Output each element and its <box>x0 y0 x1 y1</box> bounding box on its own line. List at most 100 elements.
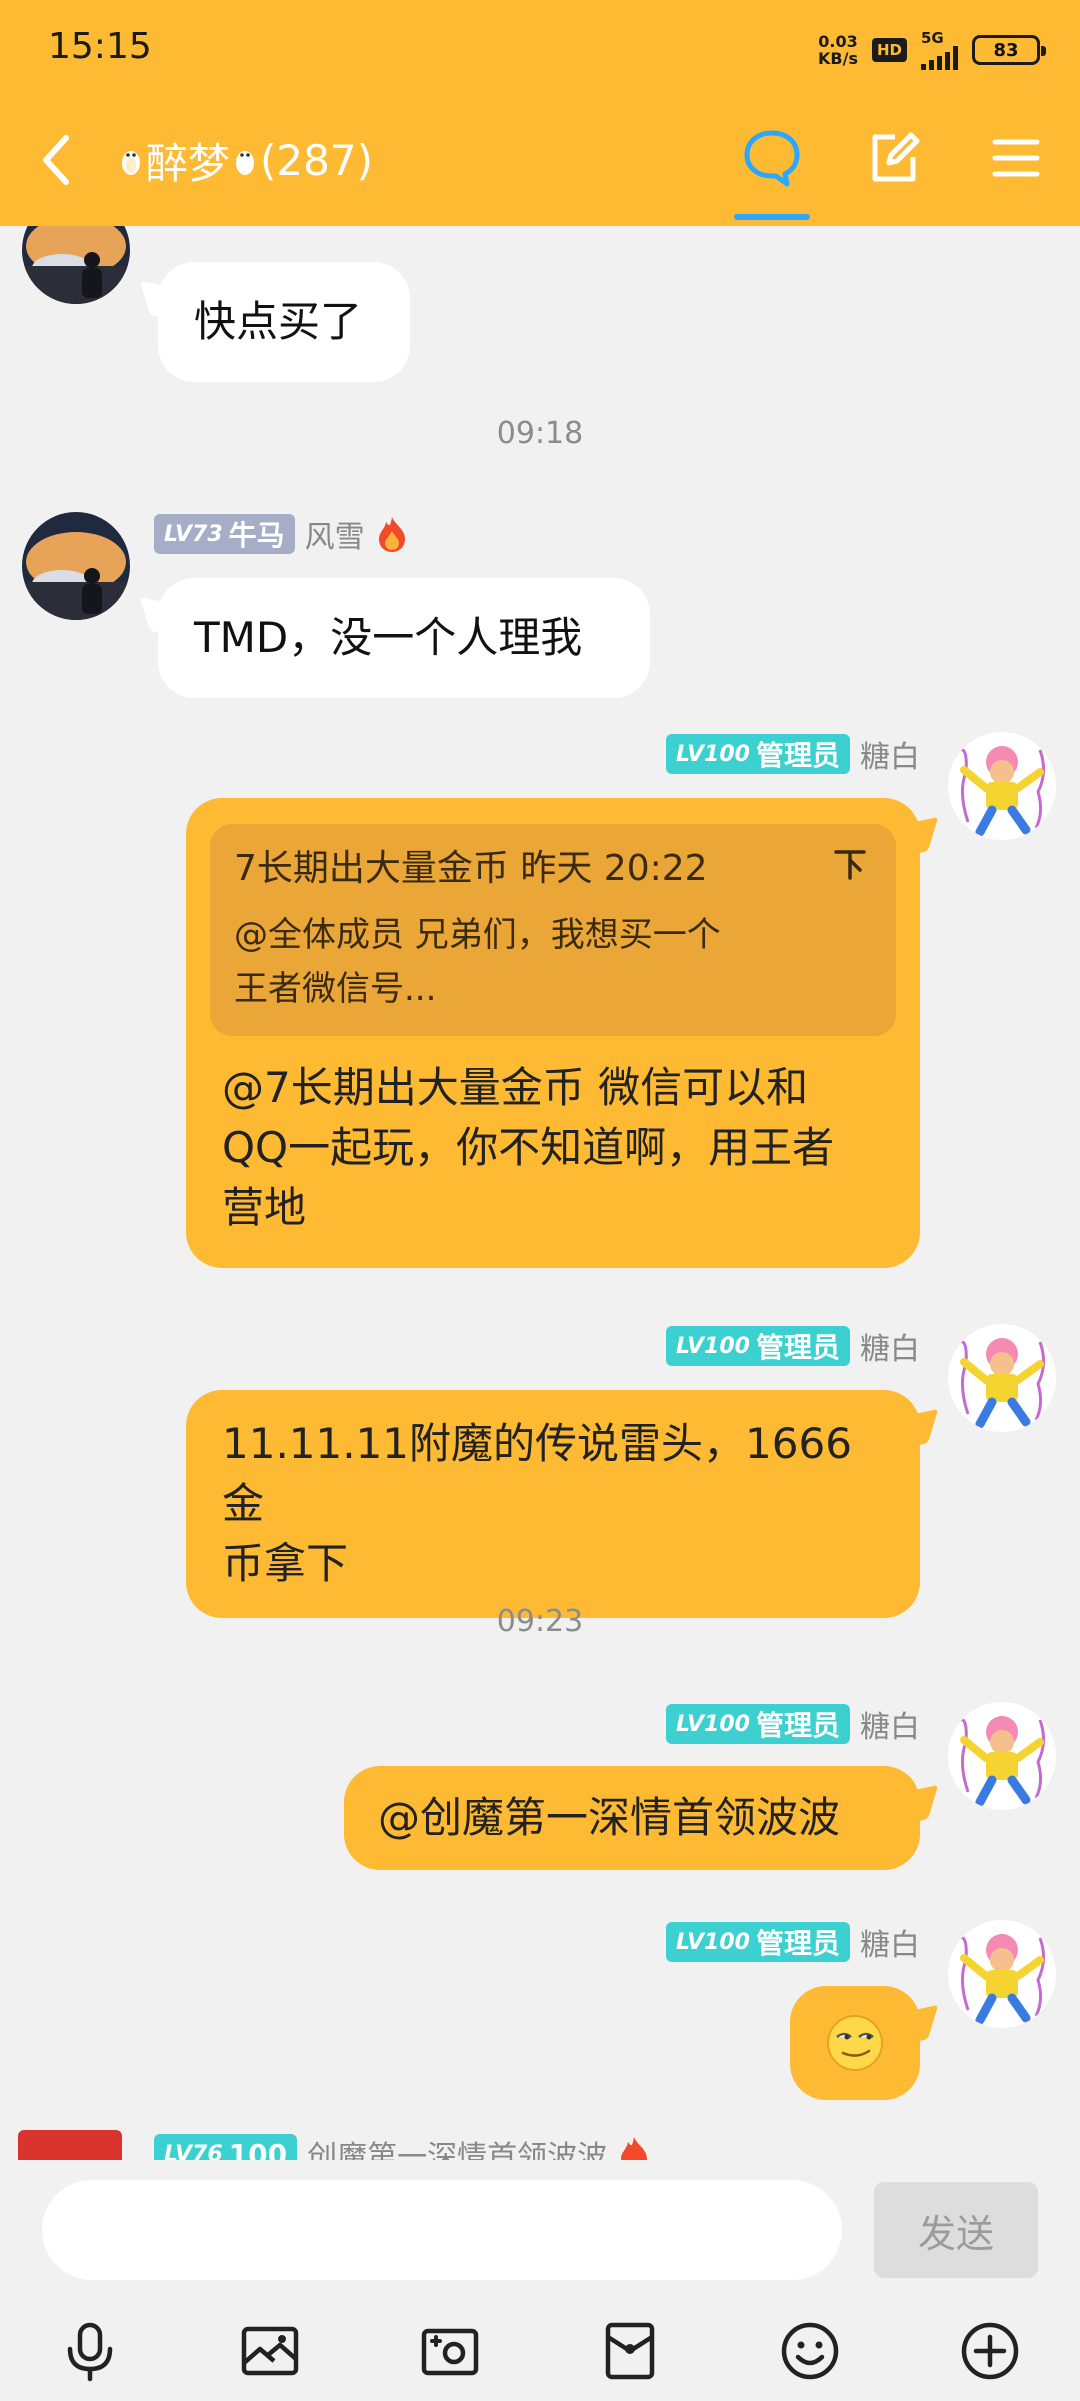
emoji-icon <box>781 2322 839 2379</box>
message-bubble[interactable]: @创魔第一深情首领波波 <box>344 1766 920 1870</box>
message-text-line: QQ一起玩，你不知道啊，用王者 <box>222 1123 835 1172</box>
level-badge: LV73 牛马 <box>154 514 295 554</box>
plus-icon <box>961 2322 1019 2379</box>
group-name: 醉梦 <box>146 139 231 188</box>
net-speed-value: 0.03 <box>818 32 858 51</box>
message-bubble[interactable]: 11.11.11附魔的传说雷头，1666金 币拿下 <box>186 1390 920 1618</box>
battery-icon: 83 <box>972 35 1046 65</box>
sender-nickname[interactable]: 糖白 <box>860 1702 920 1746</box>
level-text: LV100 <box>676 1333 750 1359</box>
message-text-line: 11.11.11附魔的传说雷头，1666金 <box>222 1419 852 1528</box>
menu-button[interactable] <box>976 118 1056 198</box>
sender-nickname[interactable]: 糖白 <box>860 732 920 776</box>
avatar[interactable] <box>948 732 1056 840</box>
edit-icon <box>872 132 920 182</box>
hamburger-menu-icon <box>992 139 1040 177</box>
back-button[interactable] <box>26 120 86 200</box>
sender-nickname[interactable]: 风雪 <box>305 512 365 556</box>
camera-button[interactable] <box>410 2311 490 2391</box>
member-title: 100 <box>228 2137 288 2161</box>
sender-nickname[interactable]: 糖白 <box>860 1920 920 1964</box>
member-title: 管理员 <box>755 1927 840 1960</box>
message-text-line: 币拿下 <box>222 1539 349 1588</box>
message-text: @创魔第一深情首领波波 <box>378 1793 841 1842</box>
message-text: 快点买了 <box>194 297 363 346</box>
quote-body-line: @全体成员 兄弟们，我想买一个 <box>234 915 721 955</box>
red-packet-button[interactable] <box>590 2311 670 2391</box>
sender-nickname[interactable]: 创魔第一深情首领波波 <box>307 2132 607 2160</box>
quote-body: @全体成员 兄弟们，我想买一个 王者微信号... <box>234 908 872 1016</box>
sender-info: LV100 管理员 糖白 <box>666 732 920 776</box>
chat-tab-button[interactable] <box>732 118 812 198</box>
level-text: LV100 <box>676 1711 750 1737</box>
cartoon-avatar-icon <box>948 732 1056 840</box>
quote-body-line: 王者微信号... <box>234 969 437 1009</box>
edit-button[interactable] <box>854 118 934 198</box>
level-text: LV73 <box>164 521 223 547</box>
fire-icon <box>621 2137 648 2160</box>
avatar[interactable] <box>18 2130 122 2160</box>
camera-icon <box>421 2328 479 2375</box>
group-title[interactable]: 醉梦 (287) <box>120 130 373 191</box>
avatar[interactable] <box>948 1324 1056 1432</box>
sender-nickname[interactable]: 糖白 <box>860 1324 920 1368</box>
send-button[interactable]: 发送 <box>874 2182 1038 2278</box>
avatar[interactable] <box>948 1702 1056 1810</box>
message-text: TMD，没一个人理我 <box>194 613 583 662</box>
input-toolbar <box>0 2300 1080 2401</box>
cartoon-avatar-icon <box>948 1920 1056 2028</box>
message-text-line: 营地 <box>222 1183 307 1232</box>
chevron-left-icon <box>43 135 69 185</box>
message-bubble[interactable]: TMD，没一个人理我 <box>158 578 650 698</box>
message-text-line: @7长期出大量金币 微信可以和 <box>222 1063 809 1112</box>
net-speed-unit: KB/s <box>818 49 858 68</box>
timestamp-separator: 09:23 <box>496 1604 584 1639</box>
cartoon-avatar-icon <box>948 1702 1056 1810</box>
sender-info: LV76 100 创魔第一深情首领波波 <box>154 2132 651 2160</box>
sender-info: LV100 管理员 糖白 <box>666 1702 920 1746</box>
smirk-emoji-icon <box>827 2015 883 2071</box>
message-text: @7长期出大量金币 微信可以和 QQ一起玩，你不知道啊，用王者 营地 <box>210 1058 896 1238</box>
quoted-message[interactable]: 7长期出大量金币 昨天 20:22 @全体成员 兄弟们，我想买一个 王者微信号.… <box>210 824 896 1036</box>
sender-info: LV73 牛马 风雪 <box>154 512 409 556</box>
timestamp-separator: 09:18 <box>496 416 584 451</box>
status-time: 15:15 <box>48 26 152 67</box>
sender-info: LV100 管理员 糖白 <box>666 1920 920 1964</box>
level-text: LV100 <box>676 1929 750 1955</box>
cartoon-avatar-icon <box>948 1324 1056 1432</box>
member-title: 管理员 <box>755 1331 840 1364</box>
hd-icon: HD <box>871 38 907 62</box>
network-type: 5G <box>921 29 944 47</box>
fire-icon <box>378 517 405 552</box>
level-text: LV76 <box>164 2141 223 2161</box>
chat-header: 15:15 0.03 KB/s HD 5G 83 醉梦 (287) <box>0 0 1080 226</box>
partial-message: LV76 100 创魔第一深情首领波波 <box>0 2130 1080 2160</box>
collapse-quote-icon[interactable] <box>830 844 870 884</box>
message-bubble[interactable]: 7长期出大量金币 昨天 20:22 @全体成员 兄弟们，我想买一个 王者微信号.… <box>186 798 920 1268</box>
avatar[interactable] <box>22 512 130 620</box>
message-input[interactable] <box>42 2180 842 2280</box>
quote-header: 7长期出大量金币 昨天 20:22 <box>234 848 708 889</box>
penguin-icon <box>122 150 140 175</box>
image-icon <box>241 2326 299 2375</box>
level-badge: LV100 管理员 <box>666 1922 850 1962</box>
avatar-photo-icon <box>22 512 130 620</box>
image-button[interactable] <box>230 2311 310 2391</box>
level-badge: LV100 管理员 <box>666 1704 850 1744</box>
voice-button[interactable] <box>50 2311 130 2391</box>
message-bubble[interactable]: 快点买了 <box>158 262 410 382</box>
level-badge: LV76 100 <box>154 2134 298 2161</box>
microphone-icon <box>67 2322 113 2381</box>
status-icons: 0.03 KB/s HD 5G 83 <box>818 29 1046 70</box>
message-bubble[interactable] <box>790 1986 920 2100</box>
chat-bubble-icon <box>744 130 800 187</box>
member-count: (287) <box>260 136 373 185</box>
more-button[interactable] <box>950 2311 1030 2391</box>
level-badge: LV100 管理员 <box>666 1326 850 1366</box>
avatar[interactable] <box>948 1920 1056 2028</box>
member-title: 牛马 <box>228 519 285 552</box>
emoji-button[interactable] <box>770 2311 850 2391</box>
level-text: LV100 <box>676 741 750 767</box>
red-packet-icon <box>605 2322 655 2379</box>
input-bar: 发送 <box>0 2160 1080 2280</box>
